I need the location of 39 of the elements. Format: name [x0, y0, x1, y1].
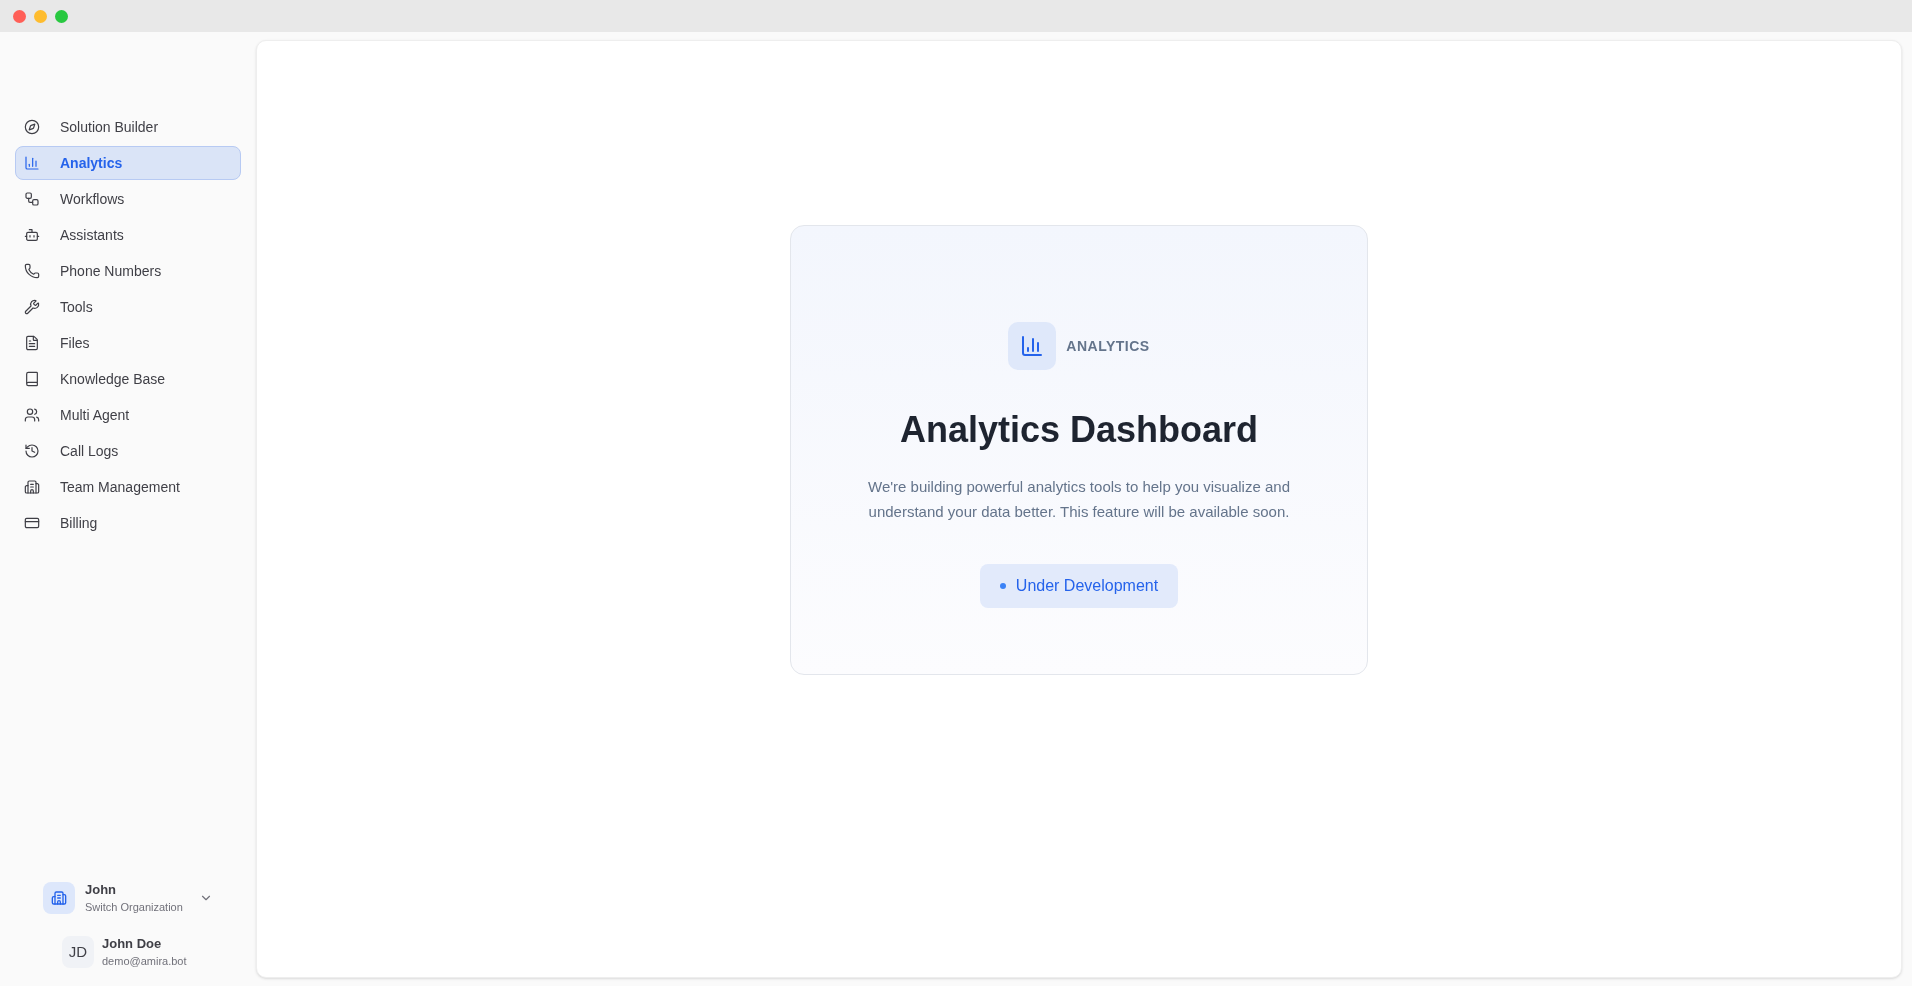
- sidebar-item[interactable]: Analytics: [15, 146, 241, 180]
- sidebar-item[interactable]: Solution Builder: [15, 110, 241, 144]
- robot-icon: [24, 227, 40, 243]
- sidebar-item[interactable]: Files: [15, 326, 241, 360]
- history-icon: [24, 443, 40, 459]
- close-window-button[interactable]: [13, 9, 26, 23]
- section-label: ANALYTICS: [1066, 336, 1150, 356]
- workflow-icon: [24, 191, 40, 207]
- sidebar-item[interactable]: Team Management: [15, 470, 241, 504]
- building-icon: [51, 890, 67, 906]
- sidebar-item[interactable]: Phone Numbers: [15, 254, 241, 288]
- compass-icon: [24, 119, 40, 135]
- sidebar-item[interactable]: Tools: [15, 290, 241, 324]
- user-avatar: JD: [62, 936, 94, 968]
- sidebar-item[interactable]: Billing: [15, 506, 241, 540]
- wrench-icon: [24, 299, 40, 315]
- switch-organization-label: Switch Organization: [85, 900, 183, 915]
- phone-icon: [24, 263, 40, 279]
- users-icon: [24, 407, 40, 423]
- sidebar-item[interactable]: Multi Agent: [15, 398, 241, 432]
- organization-switcher[interactable]: John Switch Organization: [0, 878, 256, 918]
- building-icon: [24, 479, 40, 495]
- organization-name: John: [85, 881, 118, 899]
- zoom-window-button[interactable]: [55, 9, 68, 23]
- sidebar-item[interactable]: Knowledge Base: [15, 362, 241, 396]
- bar-chart-icon: [24, 155, 40, 171]
- user-email: demo@amira.bot: [102, 954, 187, 969]
- book-icon: [24, 371, 40, 387]
- user-name: John Doe: [102, 935, 163, 953]
- sidebar-item[interactable]: Assistants: [15, 218, 241, 252]
- minimize-window-button[interactable]: [34, 9, 47, 23]
- description-text: We're building powerful analytics tools to help you visualize and understand your data better. This feature will be available soon.: [867, 477, 1291, 522]
- document-icon: [24, 335, 40, 351]
- status-badge: Under Development: [979, 564, 1179, 608]
- credit-card-icon: [24, 515, 40, 531]
- bar-chart-icon: [1020, 334, 1045, 358]
- page-title: Analytics Dashboard: [899, 408, 1259, 452]
- sidebar-item[interactable]: Workflows: [15, 182, 241, 216]
- sidebar-item[interactable]: Call Logs: [15, 434, 241, 468]
